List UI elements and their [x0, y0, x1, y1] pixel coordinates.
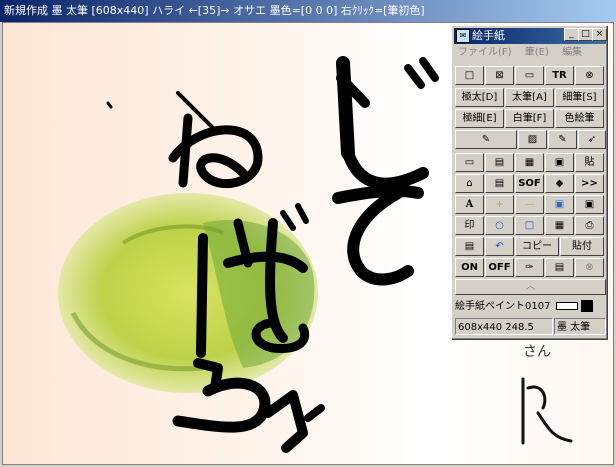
- close-button[interactable]: ×: [592, 28, 607, 41]
- resize-button[interactable]: ▣: [575, 195, 604, 214]
- pin-button[interactable]: ✑: [515, 258, 544, 277]
- cancel-button[interactable]: ⊗: [575, 258, 604, 277]
- thick-brush-button[interactable]: 太筆[A]: [505, 88, 554, 107]
- text-button[interactable]: A: [455, 195, 484, 214]
- toolbar-row-2: 極太[D] 太筆[A] 細筆[S]: [455, 88, 606, 107]
- paint-bucket-button[interactable]: ✎: [455, 130, 517, 149]
- rectangle-button[interactable]: □: [515, 216, 544, 235]
- pencil-button[interactable]: ✎: [548, 130, 577, 149]
- toolbar-row-8: 印 ○ □ ▦ ⎙: [455, 216, 606, 235]
- soft-button[interactable]: SOF: [515, 174, 544, 193]
- extra-thick-brush-button[interactable]: 極太[D]: [455, 88, 504, 107]
- fill-button[interactable]: ◆: [545, 174, 574, 193]
- export-button[interactable]: ▤: [545, 258, 574, 277]
- paste-button[interactable]: 貼付: [560, 237, 604, 256]
- paste-image-button[interactable]: 貼: [575, 153, 604, 172]
- toolbar-row-6: ⌂ ▤ SOF ◆ >>: [455, 174, 606, 193]
- stack-button[interactable]: ▤: [455, 237, 484, 256]
- extra-thin-brush-button[interactable]: 極細[E]: [455, 109, 504, 128]
- toolbar-row-9: ▤ ↶ コピー 貼付: [455, 237, 606, 256]
- off-button[interactable]: OFF: [485, 258, 514, 277]
- minimize-button[interactable]: _: [564, 28, 579, 41]
- transparent-button[interactable]: TR: [545, 66, 574, 85]
- open-folder-button[interactable]: ▭: [455, 153, 484, 172]
- home-button[interactable]: ⌂: [455, 174, 484, 193]
- menu-file[interactable]: ファイル(F): [458, 47, 512, 58]
- grid-button[interactable]: ▦: [515, 153, 544, 172]
- stamp-button[interactable]: 印: [455, 216, 484, 235]
- line-grid-button[interactable]: —: [515, 195, 544, 214]
- chevron-up-icon[interactable]: ︿: [455, 279, 606, 295]
- palette-title: 絵手紙: [472, 29, 505, 42]
- maximize-button[interactable]: □: [578, 28, 593, 41]
- layers-button[interactable]: ▣: [545, 153, 574, 172]
- title-bar: 新規作成 墨 太筆 [608x440] ハライ ←[35]→ オサエ 墨色=[0…: [0, 0, 616, 22]
- circle-button[interactable]: ○: [485, 216, 514, 235]
- image-button[interactable]: ▣: [545, 195, 574, 214]
- toolbar-row-4: ✎ ▨ ✎ ➶: [455, 130, 606, 149]
- palette-window: ✉ 絵手紙 _ □ × ファイル(F) 筆(E) 編集 □ ⊠ ▭ TR ⊗ 極太…: [451, 25, 609, 341]
- cross-grid-button[interactable]: +: [485, 195, 514, 214]
- on-button[interactable]: ON: [455, 258, 484, 277]
- blank-canvas-button[interactable]: □: [455, 66, 484, 85]
- more-button[interactable]: >>: [575, 174, 604, 193]
- marker-button[interactable]: ➶: [578, 130, 606, 149]
- toolbar-row-5: ▭ ▤ ▦ ▣ 貼: [455, 153, 606, 172]
- frame-button[interactable]: ⊠: [485, 66, 514, 85]
- canvas-size-info: 608x440 248.5: [455, 318, 553, 335]
- menu-bar: ファイル(F) 筆(E) 編集: [454, 45, 606, 61]
- color-swatch[interactable]: [580, 300, 593, 312]
- print-button[interactable]: ⎙: [575, 216, 604, 235]
- info-row: 608x440 248.5 墨 太筆: [455, 318, 606, 335]
- toolbar-row-3: 極細[E] 白筆[F] 色絵筆: [455, 109, 606, 128]
- menu-edit[interactable]: 編集: [562, 47, 582, 58]
- gradient-button[interactable]: ▨: [518, 130, 547, 149]
- clear-button[interactable]: ⊗: [575, 66, 604, 85]
- app-icon: ✉: [456, 29, 470, 43]
- brush-info: 墨 太筆: [554, 318, 606, 335]
- toolbar-row-7: A + — ▣ ▣: [455, 195, 606, 214]
- thin-brush-button[interactable]: 細筆[S]: [555, 88, 604, 107]
- toolbar-row-10: ON OFF ✑ ▤ ⊗: [455, 258, 606, 277]
- toolbar-row-1: □ ⊠ ▭ TR ⊗: [455, 66, 606, 85]
- brush-name: 絵手紙ペイント0107: [455, 301, 551, 312]
- clipboard-button[interactable]: ▤: [485, 174, 514, 193]
- menu-brush[interactable]: 筆(E): [525, 47, 549, 58]
- white-brush-button[interactable]: 白筆[F]: [505, 109, 554, 128]
- side-text: さん: [523, 344, 551, 360]
- save-button[interactable]: ▤: [485, 153, 514, 172]
- undo-button[interactable]: ↶: [485, 237, 514, 256]
- color-brush-button[interactable]: 色絵筆: [555, 109, 604, 128]
- brush-icon: [555, 302, 578, 310]
- copy-button[interactable]: コピー: [515, 237, 559, 256]
- table-button[interactable]: ▦: [545, 216, 574, 235]
- brush-tool-button[interactable]: ▭: [515, 66, 544, 85]
- brush-status-row: 絵手紙ペイント0107: [455, 298, 606, 315]
